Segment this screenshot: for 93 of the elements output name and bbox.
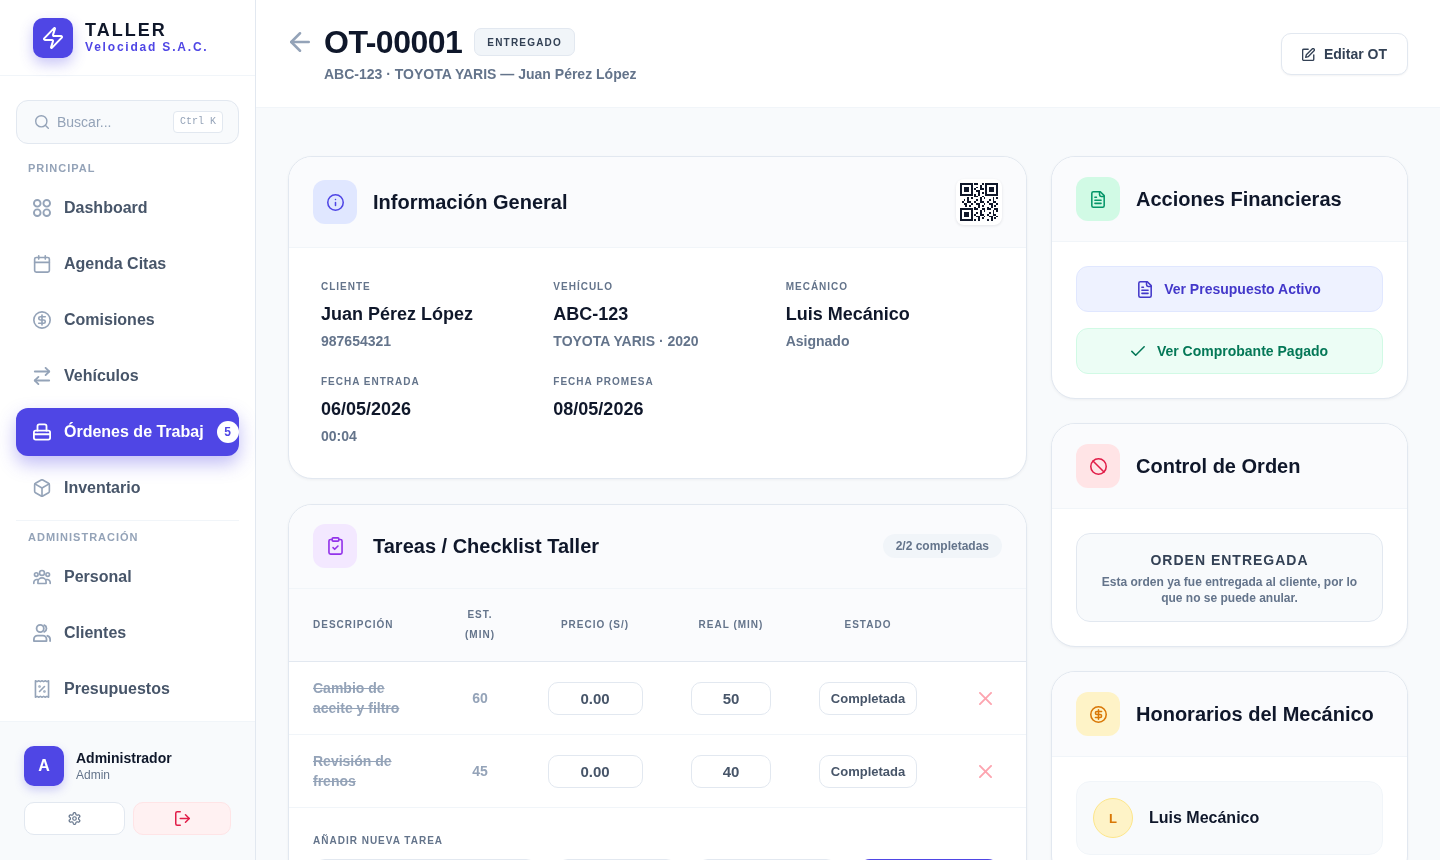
field-value: 08/05/2026 (553, 398, 645, 421)
cube-icon (33, 479, 51, 498)
field-value: 06/05/2026 (321, 398, 413, 421)
dollar-coin-icon (33, 311, 51, 330)
group-icon (33, 568, 51, 586)
shortcut-hint: Ctrl K (173, 111, 223, 134)
logout-button[interactable] (133, 802, 231, 835)
price-field[interactable]: 0.00 (547, 754, 643, 788)
field-detail: TOYOTA YARIS · 2020 (553, 332, 700, 351)
logout-icon (174, 811, 190, 826)
brand-subtitle: Velocidad S.A.C. (85, 40, 209, 55)
info-icon (313, 180, 357, 224)
x-icon (979, 764, 992, 778)
receipt-icon (33, 680, 51, 698)
action-button[interactable]: Ver Presupuesto Activo (1076, 266, 1383, 312)
field-label: FECHA ENTRADA (321, 375, 421, 389)
check-icon (1130, 346, 1145, 356)
action-button[interactable]: Ver Comprobante Pagado (1076, 328, 1383, 374)
nav-item[interactable]: Dashboard (16, 184, 239, 233)
order-title: OT-00001 (324, 23, 463, 61)
card-title: Acciones Financieras (1136, 187, 1342, 212)
clipboard-check-icon (313, 524, 357, 568)
actual-minutes-field[interactable]: 40 (691, 754, 771, 788)
nav-item[interactable]: Comisiones (16, 296, 239, 345)
section-label: PRINCIPAL (27, 161, 97, 177)
swap-arrows-icon (33, 367, 51, 386)
user-role: Admin (76, 767, 111, 783)
calendar-icon (33, 255, 51, 274)
mechanic-avatar: L (1093, 798, 1133, 838)
notice-text: Esta orden ya fue entregada al cliente, por lo que no se puede anular. (1100, 574, 1359, 606)
delete-button[interactable] (979, 764, 992, 778)
field-label: VEHÍCULO (553, 280, 614, 294)
field-label: MECÁNICO (785, 280, 850, 294)
edit-button[interactable]: Editar OT (1281, 33, 1408, 75)
section-label: AÑADIR NUEVA TAREA (313, 834, 445, 848)
estimate-cell: 45 (472, 763, 488, 779)
nav-item[interactable]: Presupuestos (16, 665, 239, 713)
user-name: Administrador (76, 749, 172, 767)
nav-item[interactable]: Agenda Citas (16, 240, 239, 289)
prohibited-icon (1076, 444, 1120, 488)
user-avatar: A (24, 746, 64, 786)
task-description: Cambio de aceite y filtro (313, 679, 401, 718)
nav-item[interactable]: Órdenes de Trabaj 5 (16, 408, 239, 457)
column-header: DESCRIPCIÓN (313, 617, 394, 632)
field-value: ABC-123 (553, 303, 630, 326)
estimate-cell: 60 (472, 690, 488, 706)
document-icon (1138, 280, 1153, 298)
price-field[interactable]: 0.00 (547, 681, 643, 715)
actual-minutes-field[interactable]: 50 (691, 681, 771, 715)
nav-item[interactable]: Inventario (16, 464, 239, 513)
users-icon (33, 624, 51, 642)
settings-icon (68, 812, 81, 825)
field-detail: 987654321 (321, 332, 393, 351)
completion-badge: 2/2 completadas (882, 534, 1002, 558)
column-header: PRECIO (S/) (559, 618, 631, 632)
brand-title: TALLER (85, 20, 168, 40)
status-select[interactable]: Completada (819, 754, 917, 788)
dollar-coin-icon (1076, 692, 1120, 736)
archive-icon (33, 423, 51, 442)
lightning-bolt-icon (33, 17, 73, 58)
section-label: ADMINISTRACIÓN (27, 530, 140, 545)
nav-item[interactable]: Vehículos (16, 352, 239, 401)
qr-code-icon (956, 179, 1002, 225)
document-icon (1076, 177, 1120, 221)
search-icon (35, 115, 49, 130)
field-value: Luis Mecánico (785, 303, 911, 326)
column-header: EST. (MIN) (464, 608, 496, 642)
field-label: CLIENTE (321, 280, 372, 294)
nav-item[interactable]: Personal (16, 553, 239, 601)
count-badge: 5 (216, 421, 239, 444)
notice-title: ORDEN ENTREGADA (1149, 551, 1310, 569)
task-description: Revisión de frenos (313, 752, 393, 791)
field-detail: Asignado (785, 332, 851, 351)
status-select[interactable]: Completada (819, 681, 917, 715)
x-icon (979, 691, 992, 705)
column-header: REAL (MIN) (697, 618, 765, 632)
card-title: Tareas / Checklist Taller (373, 534, 600, 559)
order-subtitle: ABC-123 · TOYOTA YARIS — Juan Pérez López (324, 65, 637, 83)
field-value: Juan Pérez López (321, 303, 475, 326)
settings-button[interactable] (24, 802, 125, 835)
card-title: Control de Orden (1136, 454, 1301, 479)
mechanic-name: Luis Mecánico (1149, 809, 1260, 827)
card-title: Información General (373, 190, 568, 215)
field-label: FECHA PROMESA (553, 375, 655, 389)
card-title: Honorarios del Mecánico (1136, 702, 1374, 727)
grid-icon (33, 199, 51, 218)
edit-icon (1302, 47, 1315, 61)
field-detail: 00:04 (321, 427, 358, 446)
column-header: ESTADO (843, 618, 893, 632)
back-button[interactable] (290, 32, 310, 52)
nav-item[interactable]: Clientes (16, 609, 239, 657)
delete-button[interactable] (979, 691, 992, 705)
status-badge: ENTREGADO (474, 28, 575, 56)
